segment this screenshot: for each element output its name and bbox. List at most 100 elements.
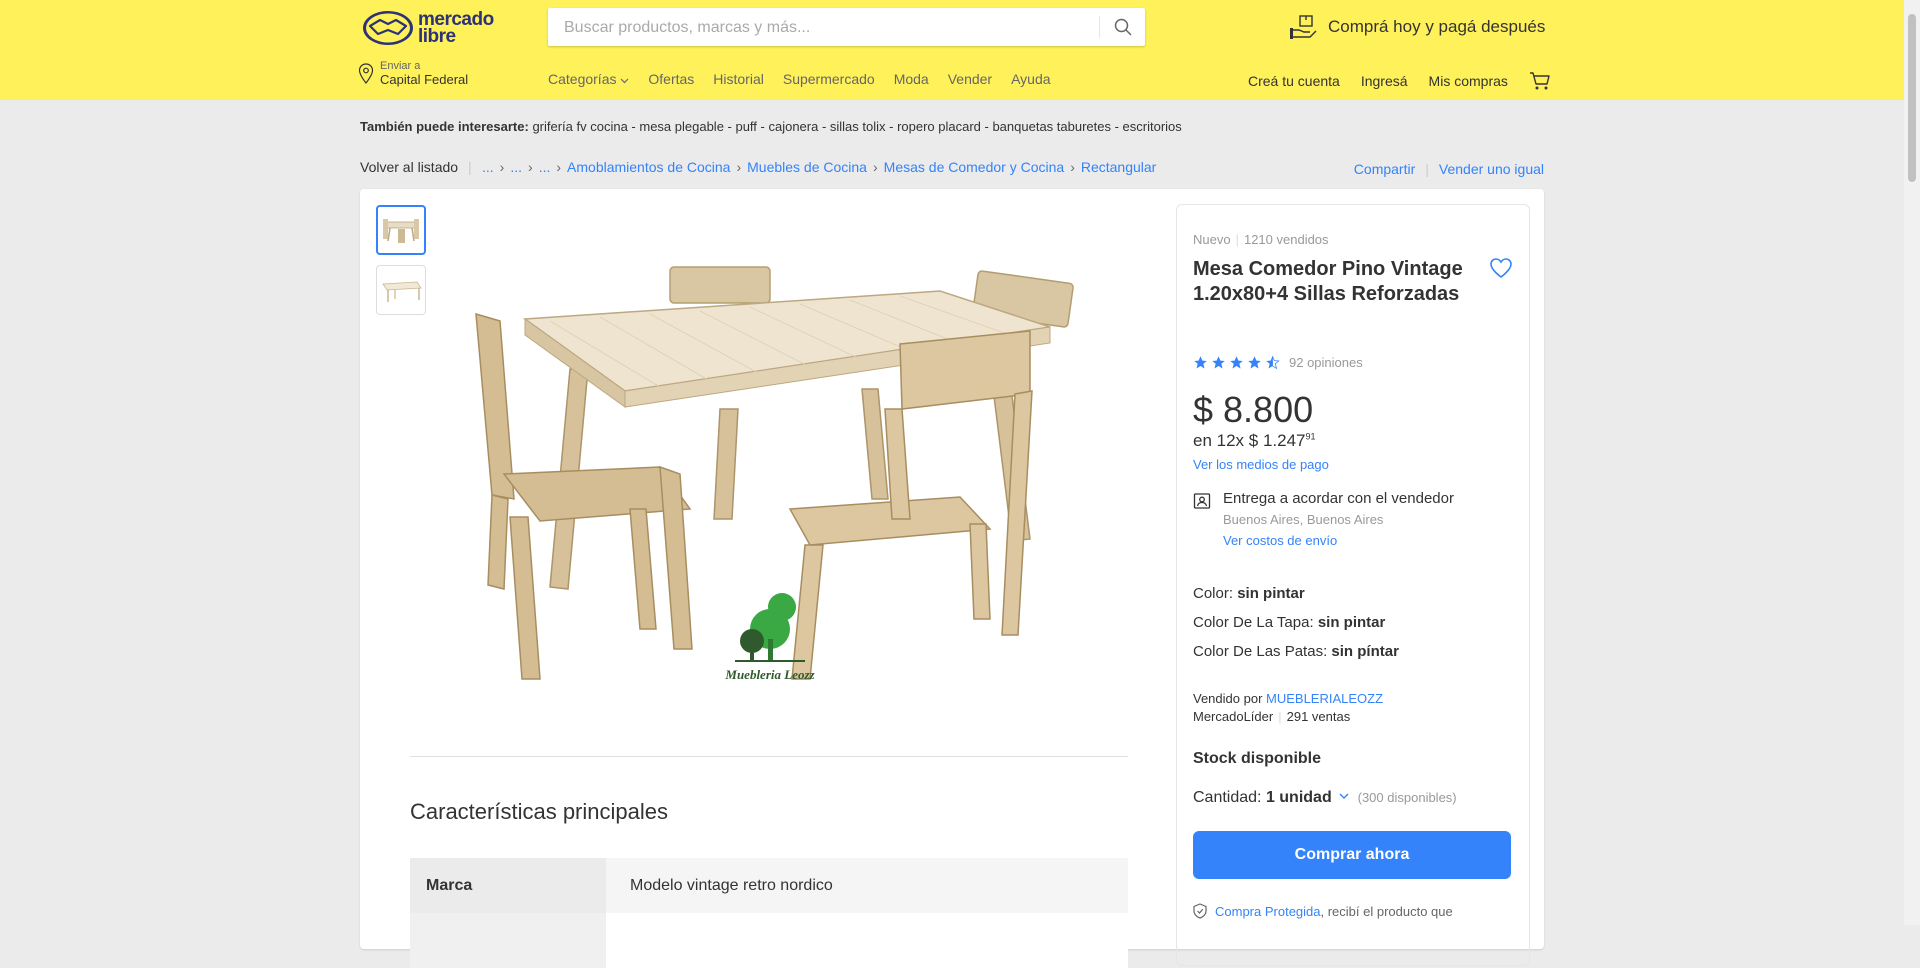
attr-legs-color[interactable]: Color De Las Patas: sin píntar [1193,637,1399,666]
gallery-thumbnail-1[interactable] [376,205,426,255]
ship-to-label: Enviar a [380,60,421,72]
also-interest-links[interactable]: grifería fv cocina - mesa plegable - puf… [532,119,1181,134]
attr-top-color[interactable]: Color De La Tapa: sin pintar [1193,608,1399,637]
product-title: Mesa Comedor Pino Vintage 1.20x80+4 Sill… [1193,258,1463,305]
reviews-count: 92 opiniones [1289,355,1363,370]
breadcrumb-item[interactable]: Amoblamientos de Cocina [567,159,730,175]
buy-box: Nuevo | 1210 vendidos Mesa Comedor Pino Vi… [1176,204,1530,966]
location-pin-icon [358,63,374,84]
ship-to-city: Capital Federal [380,72,469,87]
ship-to-location[interactable]: Enviar a Capital Federal [358,60,468,88]
condition: Nuevo [1193,232,1231,247]
share-divider: | [1425,161,1429,177]
gallery-thumbnail-2[interactable] [376,265,426,315]
features-row [410,913,1128,968]
nav-supermercado[interactable]: Supermercado [783,71,875,87]
table-thumbnail [382,281,422,302]
breadcrumb-item[interactable]: Mesas de Comedor y Cocina [884,159,1065,175]
nav-historial[interactable]: Historial [713,71,764,87]
quantity-selector[interactable]: Cantidad: 1 unidad (300 disponibles) [1193,789,1457,807]
protected-purchase-text: , recibí el producto que [1320,903,1453,919]
hand-box-icon [1290,15,1317,39]
cart-icon[interactable] [1529,71,1551,91]
star-icon [1230,356,1243,369]
nav-ayuda[interactable]: Ayuda [1011,71,1050,87]
login-link[interactable]: Ingresá [1361,73,1408,89]
scrollbar-thumb[interactable] [1908,14,1916,182]
payment-methods-link[interactable]: Ver los medios de pago [1193,457,1329,472]
search-input[interactable] [562,18,1086,38]
features-value: Modelo vintage retro nordico [606,858,1128,913]
quantity-available: (300 disponibles) [1357,790,1457,805]
quantity-value: 1 unidad [1265,789,1332,806]
header: mercado libre Comprá hoy y pagá después … [0,0,1904,100]
features-table: Marca Modelo vintage retro nordico [410,858,1128,968]
breadcrumb-item[interactable]: Rectangular [1081,159,1157,175]
chevron-right-icon: › [1070,159,1075,175]
product-card: Muebleria Leozz Características principa… [360,189,1544,968]
promo-text: Comprá hoy y pagá después [1328,17,1546,36]
handshake-logo-icon [363,11,413,45]
breadcrumb-item[interactable]: ... [539,159,551,175]
sell-same-link[interactable]: Vender uno igual [1439,161,1544,177]
share-link[interactable]: Compartir [1354,161,1415,177]
breadcrumb-item[interactable]: ... [510,159,522,175]
seller-link[interactable]: MUEBLERIALEOZZ [1266,691,1383,706]
breadcrumb-item[interactable]: Muebles de Cocina [747,159,867,175]
promo-banner[interactable]: Comprá hoy y pagá después [1290,14,1545,40]
chevron-right-icon: › [736,159,742,175]
share-actions: Compartir | Vender uno igual [1354,161,1544,177]
nav-moda[interactable]: Moda [894,71,929,87]
variation-attributes: Color: sin pintar Color De La Tapa: sin … [1193,579,1399,666]
quantity-label: Cantidad: [1193,789,1266,806]
chevron-right-icon: › [528,159,533,175]
rating[interactable]: 92 opiniones [1193,355,1363,370]
page-scrollbar[interactable] [1904,0,1920,925]
features-row: Marca Modelo vintage retro nordico [410,858,1128,913]
nav-ofertas[interactable]: Ofertas [648,71,694,87]
table-chairs-thumbnail [383,219,419,243]
also-interest: También puede interesarte: grifería fv c… [360,119,1182,134]
heart-icon[interactable] [1489,257,1513,279]
installments: en 12x $ 1.24791 [1193,431,1316,450]
logo-text: mercado libre [418,9,494,47]
protected-purchase-link[interactable]: Compra Protegida [1215,904,1321,919]
shipping-costs-link[interactable]: Ver costos de envío [1223,533,1454,548]
product-meta: Nuevo | 1210 vendidos [1193,232,1329,247]
search-icon [1114,18,1132,36]
installments-cents: 91 [1305,431,1316,442]
back-to-list-link[interactable]: Volver al listado [360,159,458,175]
main-nav: Categorías Ofertas Historial Supermercad… [548,71,1051,87]
my-purchases-link[interactable]: Mis compras [1429,73,1508,89]
product-main-image[interactable]: Muebleria Leozz [470,259,1090,699]
nav-vender[interactable]: Vender [948,71,992,87]
also-interest-label: También puede interesarte: [360,119,529,134]
delivery-location: Buenos Aires, Buenos Aires [1223,512,1384,527]
seller-badge: MercadoLíder [1193,709,1274,724]
star-icon [1194,356,1207,369]
breadcrumb: ... › ... › ... › Amoblamientos de Cocina › … [482,159,1156,175]
stock-status: Stock disponible [1193,750,1322,767]
star-icon [1212,356,1225,369]
nav-categorias[interactable]: Categorías [548,71,629,87]
mercadolibre-logo[interactable]: mercado libre [362,8,502,48]
attr-color[interactable]: Color: sin pintar [1193,579,1399,608]
chevron-right-icon: › [499,159,505,175]
seller-info: Vendido por MUEBLERIALEOZZ MercadoLíder |… [1193,691,1384,724]
delivery-info: Entrega a acordar con el vendedor Buenos… [1193,490,1454,548]
price: $ 8.800 [1193,389,1314,430]
search-button[interactable] [1099,16,1145,38]
chevron-right-icon: › [872,159,878,175]
breadcrumb-divider: | [468,159,472,175]
user-card-icon [1193,493,1211,509]
features-title: Características principales [410,799,668,824]
sold-count: 1210 vendidos [1243,232,1329,247]
star-half-icon [1266,356,1280,370]
buy-now-button[interactable]: Comprar ahora [1193,831,1511,879]
breadcrumb-item[interactable]: ... [482,159,494,175]
protected-purchase: Compra Protegida, recibí el producto que [1193,903,1453,919]
create-account-link[interactable]: Creá tu cuenta [1248,73,1340,89]
chevron-right-icon: › [556,159,562,175]
chevron-down-icon [1339,793,1349,799]
section-divider [410,756,1128,757]
